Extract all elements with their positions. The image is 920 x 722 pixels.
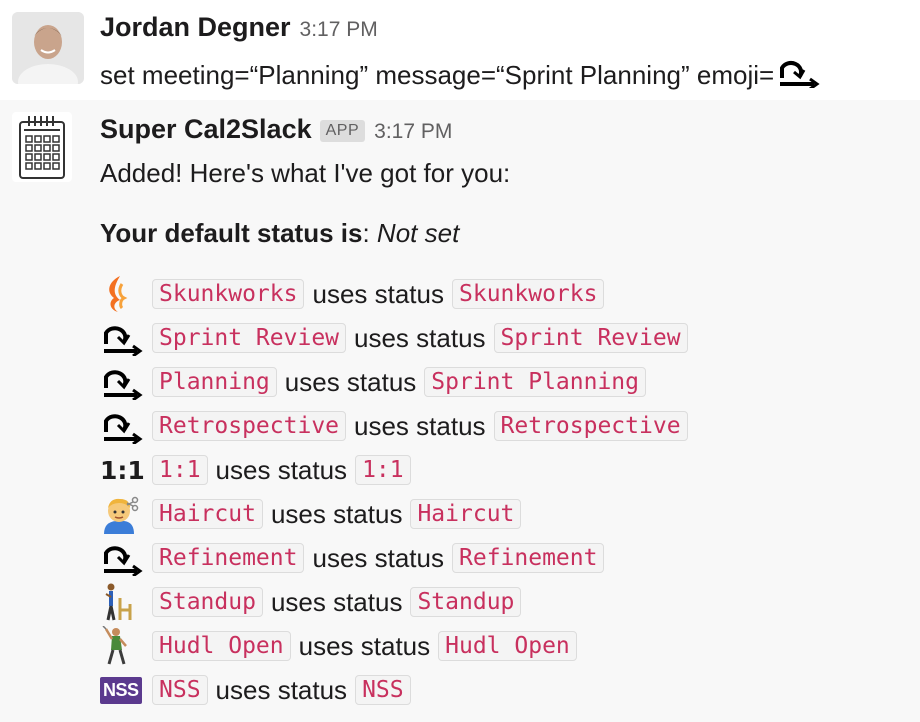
uses-status-text: uses status	[270, 586, 403, 617]
uses-status-text: uses status	[215, 674, 348, 705]
bot-sender-name[interactable]: Super Cal2Slack	[100, 114, 312, 145]
status-name: Sprint Planning	[424, 367, 647, 397]
meeting-name: Planning	[152, 367, 277, 397]
bot-message: Super Cal2Slack APP 3:17 PM Added! Here'…	[0, 100, 920, 722]
user-message-header: Jordan Degner 3:17 PM	[100, 12, 378, 43]
user-sender-name[interactable]: Jordan Degner	[100, 12, 291, 43]
one-to-one-icon-text: 1:1	[100, 455, 145, 485]
meeting-status-list: Skunkworks uses status Skunkworks Sprint…	[100, 272, 688, 712]
status-name: NSS	[355, 675, 411, 705]
list-item: Standup uses status Standup	[100, 580, 688, 624]
app-badge: APP	[319, 120, 366, 142]
golfer-icon	[100, 626, 146, 666]
user-message-text: set meeting=“Planning” message=“Sprint P…	[100, 56, 820, 95]
uses-status-text: uses status	[284, 366, 417, 397]
meeting-name: Sprint Review	[152, 323, 347, 353]
uses-status-text: uses status	[270, 498, 403, 529]
list-item: Skunkworks uses status Skunkworks	[100, 272, 688, 316]
nss-icon: NSS	[100, 670, 146, 710]
calendar-icon[interactable]	[12, 112, 72, 182]
list-item: Retrospective uses status Retrospective	[100, 404, 688, 448]
uses-status-text: uses status	[354, 322, 486, 353]
default-status-line: Your default status is: Not set	[100, 218, 459, 249]
sprint-loop-icon	[100, 362, 146, 402]
list-item: NSS NSS uses status NSS	[100, 668, 688, 712]
user-avatar[interactable]	[12, 12, 84, 84]
list-item: Sprint Review uses status Sprint Review	[100, 316, 688, 360]
status-name: Refinement	[452, 543, 605, 573]
sprint-loop-icon	[776, 56, 820, 95]
status-name: Standup	[410, 587, 522, 617]
meeting-name: Standup	[152, 587, 263, 617]
status-name: Hudl Open	[438, 631, 577, 661]
sprint-loop-icon	[100, 538, 146, 578]
default-status-value: Not set	[376, 218, 460, 248]
flame-icon	[100, 274, 146, 314]
list-item: Hudl Open uses status Hudl Open	[100, 624, 688, 668]
meeting-name: Hudl Open	[152, 631, 291, 661]
status-name: Skunkworks	[452, 279, 605, 309]
list-item: 1:1 1:1 uses status 1:1	[100, 448, 688, 492]
meeting-name: Haircut	[152, 499, 263, 529]
meeting-name: NSS	[152, 675, 208, 705]
list-item: Refinement uses status Refinement	[100, 536, 688, 580]
bot-message-time[interactable]: 3:17 PM	[374, 120, 452, 144]
uses-status-text: uses status	[312, 542, 444, 573]
status-name: Haircut	[410, 499, 522, 529]
user-message-body: set meeting=“Planning” message=“Sprint P…	[100, 60, 775, 90]
sprint-loop-icon	[100, 406, 146, 446]
meeting-name: Refinement	[152, 543, 305, 573]
one-to-one-icon: 1:1	[100, 450, 146, 490]
uses-status-text: uses status	[354, 410, 486, 441]
uses-status-text: uses status	[215, 454, 348, 485]
default-status-label: Your default status is	[100, 218, 363, 248]
meeting-name: Skunkworks	[152, 279, 305, 309]
meeting-name: Retrospective	[152, 411, 347, 441]
standup-icon	[100, 582, 146, 622]
haircut-icon	[100, 494, 146, 534]
list-item: Haircut uses status Haircut	[100, 492, 688, 536]
bot-intro-text: Added! Here's what I've got for you:	[100, 158, 511, 188]
meeting-name: 1:1	[152, 455, 208, 485]
sprint-loop-icon	[100, 318, 146, 358]
nss-icon-text: NSS	[100, 676, 142, 704]
user-message: Jordan Degner 3:17 PM set meeting=“Plann…	[0, 0, 920, 100]
status-name: Sprint Review	[493, 323, 688, 353]
uses-status-text: uses status	[312, 278, 444, 309]
bot-message-header: Super Cal2Slack APP 3:17 PM	[100, 114, 452, 145]
user-message-time[interactable]: 3:17 PM	[300, 18, 378, 42]
status-name: 1:1	[355, 455, 411, 485]
uses-status-text: uses status	[298, 630, 431, 661]
default-status-colon: :	[362, 218, 370, 248]
status-name: Retrospective	[493, 411, 688, 441]
list-item: Planning uses status Sprint Planning	[100, 360, 688, 404]
